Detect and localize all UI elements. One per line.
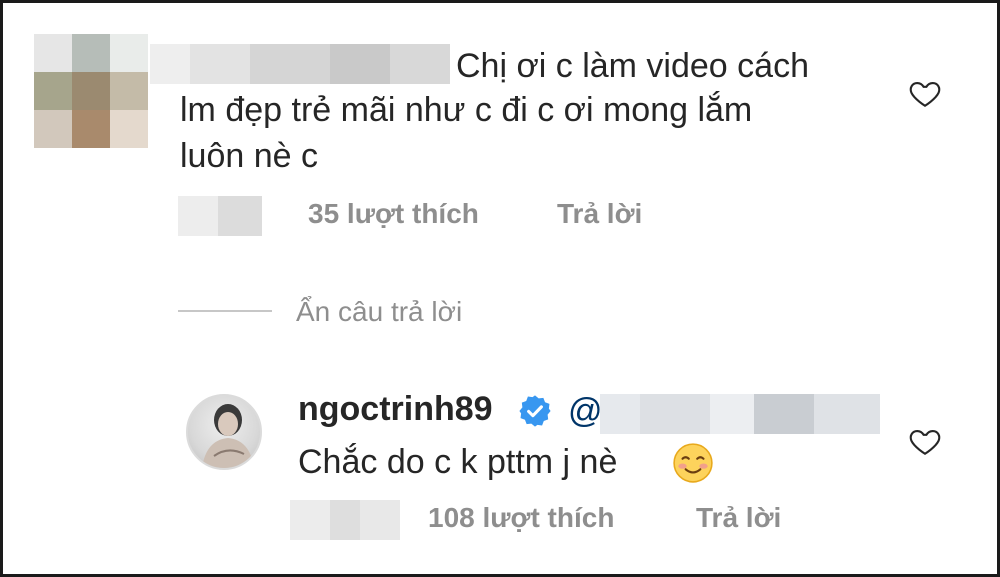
verified-badge-icon [519,395,551,427]
replies-divider [178,310,272,312]
reply-likes-count[interactable]: 108 lượt thích [428,502,614,534]
reply-username[interactable]: ngoctrinh89 [298,390,493,429]
mention-at-sign[interactable]: @ [568,392,603,431]
comment-text-line-3: luôn nè c [180,137,318,175]
heart-icon[interactable] [908,424,942,458]
commenter-username-blurred[interactable] [150,44,450,84]
comment-text-line-2: lm đẹp trẻ mãi như c đi c ơi mong lắm [180,91,753,129]
hide-replies-button[interactable]: Ẩn câu trả lời [296,296,462,328]
smiling-face-icon [673,443,713,483]
heart-icon[interactable] [908,76,942,110]
reply-timestamp-blurred [290,500,400,540]
likes-count[interactable]: 35 lượt thích [308,198,479,230]
reply-comment-text: Chắc do c k pttm j nè [298,443,618,481]
profile-photo-icon [202,404,254,468]
reply-avatar[interactable] [186,394,262,470]
reply-button[interactable]: Trả lời [557,198,642,230]
reply-reply-button[interactable]: Trả lời [696,502,781,534]
comment-text-line-1: Chị ơi c làm video cách [456,47,809,85]
commenter-avatar[interactable] [34,34,148,148]
comment-timestamp-blurred [178,196,262,236]
mentioned-username-blurred[interactable] [600,394,880,434]
